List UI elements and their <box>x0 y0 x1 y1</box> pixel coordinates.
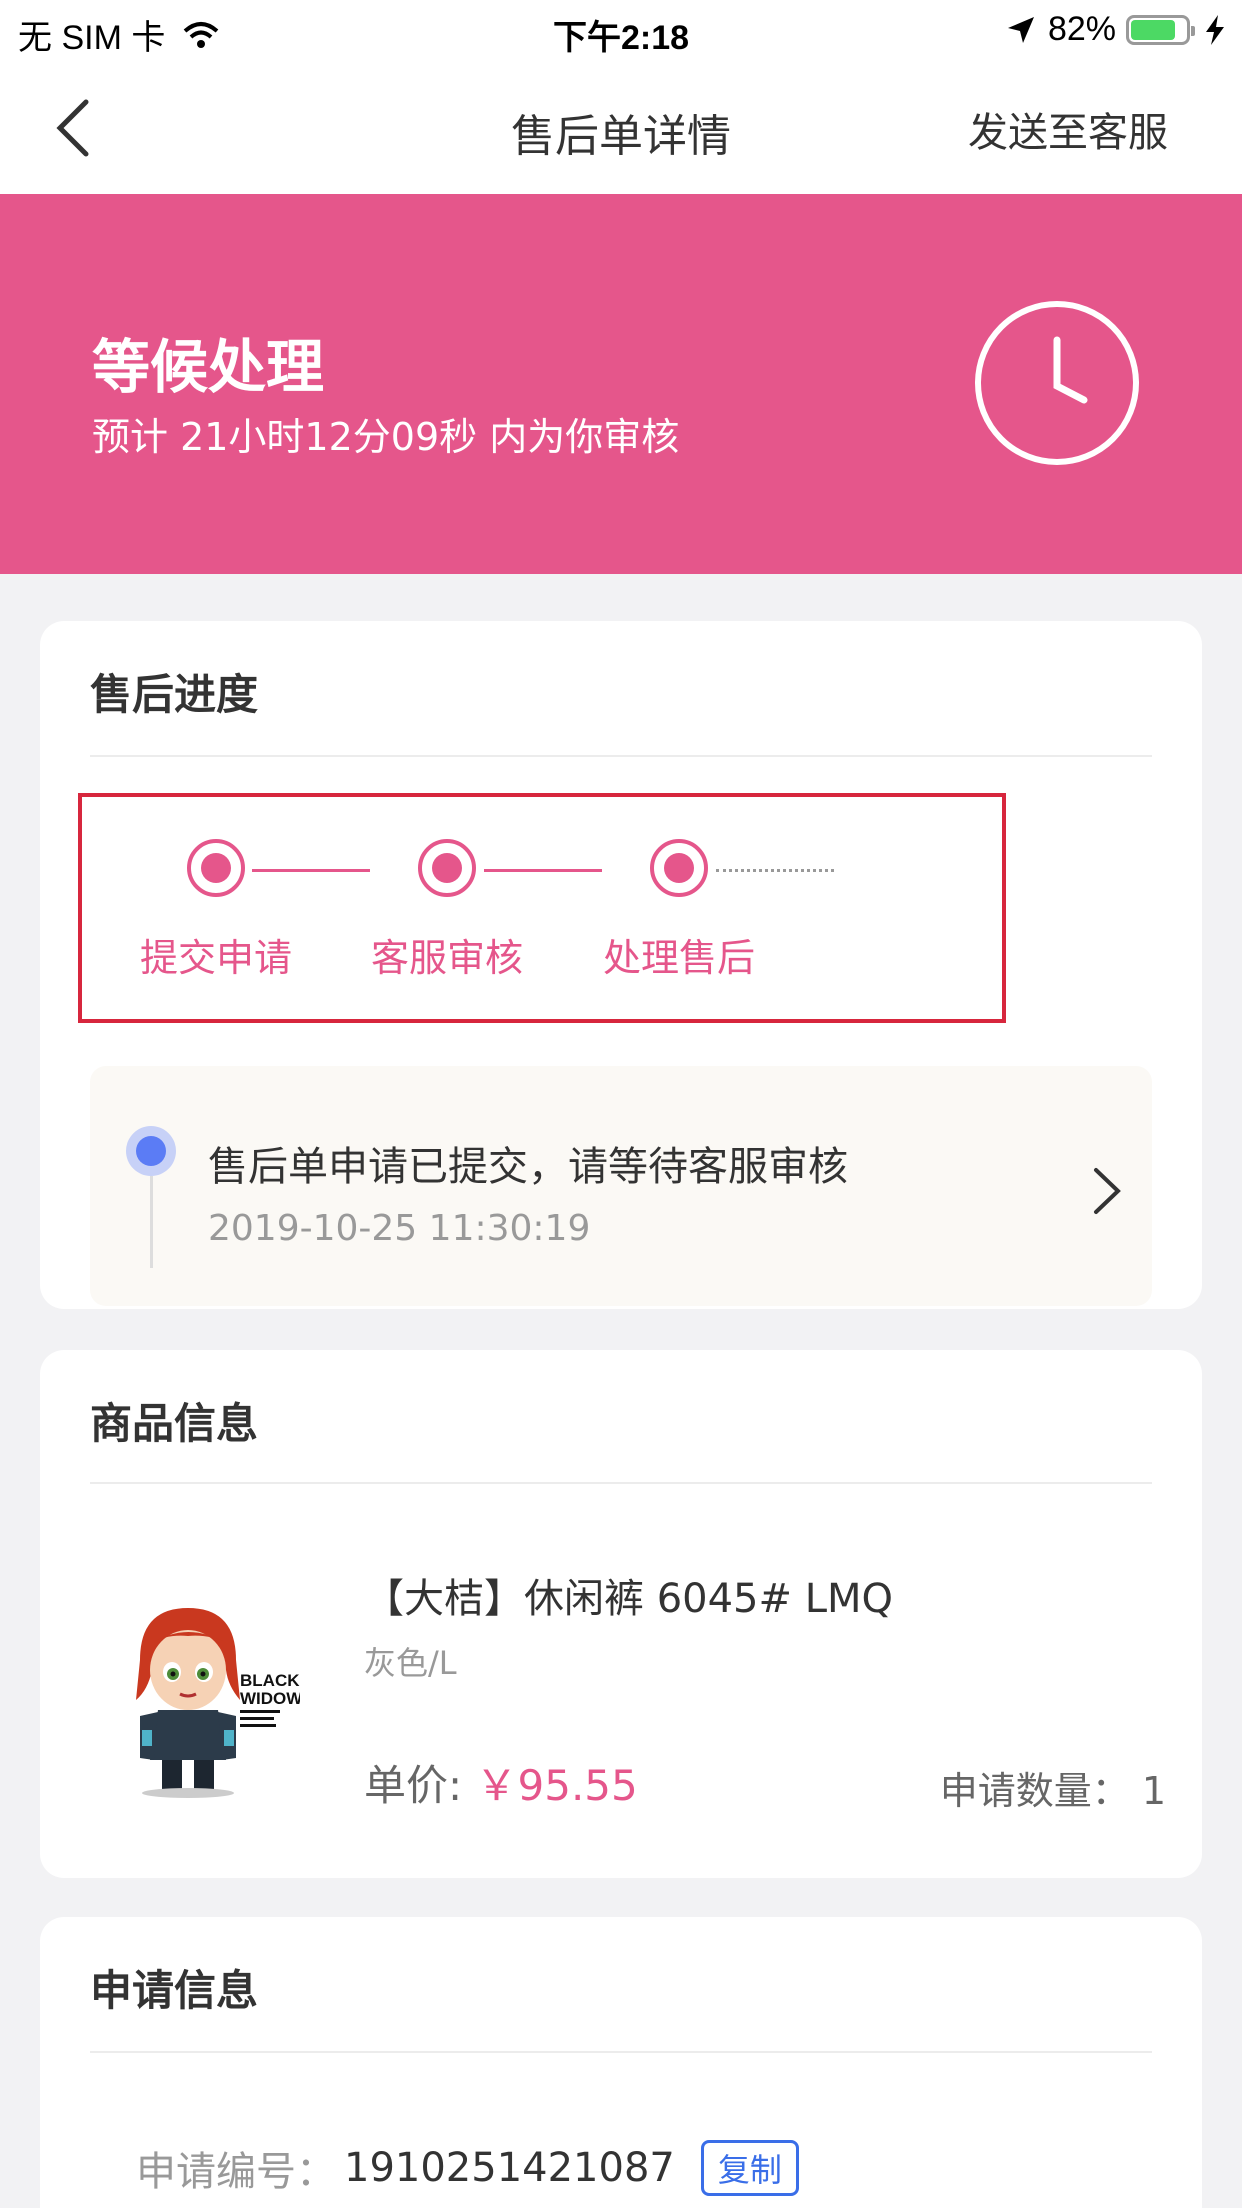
product-divider <box>90 1482 1152 1484</box>
svg-text:BLACK: BLACK <box>240 1671 300 1690</box>
product-image[interactable]: BLACK WIDOW <box>100 1590 300 1800</box>
svg-text:WIDOW: WIDOW <box>240 1689 300 1708</box>
product-qty-row: 申请数量： 1 <box>940 1760 1166 1815</box>
charging-bolt-icon <box>1206 14 1224 45</box>
progress-log-item[interactable]: 售后单申请已提交，请等待客服审核 2019-10-25 11:30:19 <box>90 1066 1152 1306</box>
nav-bar: 售后单详情 发送至客服 <box>0 62 1242 194</box>
price-label: 单价: <box>364 1761 463 1810</box>
product-price-row: 单价: ￥95.55 <box>364 1752 638 1813</box>
status-banner: 等候处理 预计 21小时12分09秒 内为你审核 <box>0 194 1242 574</box>
chevron-right-icon <box>1094 1168 1121 1214</box>
qty-value: 1 <box>1141 1769 1166 1813</box>
battery-fill <box>1131 19 1176 40</box>
clock-icon <box>975 301 1139 465</box>
step-dot <box>418 839 476 897</box>
timeline-dot <box>126 1126 176 1176</box>
send-to-service-button[interactable]: 发送至客服 <box>968 100 1168 158</box>
apply-number-label: 申请编号： <box>136 2149 336 2195</box>
apply-divider <box>90 2051 1152 2053</box>
banner-title: 等候处理 <box>92 333 325 401</box>
timeline-line <box>150 1176 153 1268</box>
product-spec: 灰色/L <box>364 1644 457 1682</box>
step-process: 处理售后 <box>579 839 779 982</box>
battery-percent: 82% <box>1047 10 1116 48</box>
step-label: 客服审核 <box>370 936 523 980</box>
banner-subtitle: 预计 21小时12分09秒 内为你审核 <box>92 415 680 459</box>
product-card: 商品信息 BLACK WIDOW 【大桔】休闲裤 6045# LMQ 灰色/L <box>40 1350 1202 1878</box>
apply-section-title: 申请信息 <box>90 1966 259 2015</box>
apply-number-value: 1910251421087 <box>344 2145 675 2191</box>
location-arrow-icon <box>1007 16 1034 43</box>
step-label: 提交申请 <box>139 936 292 980</box>
status-bar-right: 82% <box>1006 10 1226 49</box>
status-bar: 无 SIM 卡 下午2:18 82% <box>0 0 1242 62</box>
apply-number-row: 申请编号： 1910251421087 复制 <box>136 2139 799 2197</box>
product-name[interactable]: 【大桔】休闲裤 6045# LMQ <box>364 1566 893 1624</box>
qty-label: 申请数量： <box>939 1769 1130 1813</box>
step-dot <box>187 839 245 897</box>
step-connector-pending <box>716 869 834 872</box>
battery-icon <box>1126 14 1195 45</box>
progress-card: 售后进度 提交申请 客服审核 处理售后 售后单申请已提交，请等待客服审核 201… <box>40 621 1202 1309</box>
copy-button[interactable]: 复制 <box>700 2140 799 2196</box>
log-message: 售后单申请已提交，请等待客服审核 <box>208 1144 848 1190</box>
product-price: ￥95.55 <box>475 1761 638 1810</box>
product-section-title: 商品信息 <box>90 1399 259 1448</box>
step-review: 客服审核 <box>347 839 547 982</box>
step-label: 处理售后 <box>602 936 755 980</box>
steps-tracker: 提交申请 客服审核 处理售后 <box>78 793 1006 1023</box>
log-timestamp: 2019-10-25 11:30:19 <box>208 1208 591 1249</box>
step-submit: 提交申请 <box>116 839 316 982</box>
apply-info-card: 申请信息 申请编号： 1910251421087 复制 <box>40 1917 1202 2208</box>
progress-title: 售后进度 <box>90 670 259 719</box>
step-dot <box>650 839 708 897</box>
progress-divider <box>90 755 1152 757</box>
